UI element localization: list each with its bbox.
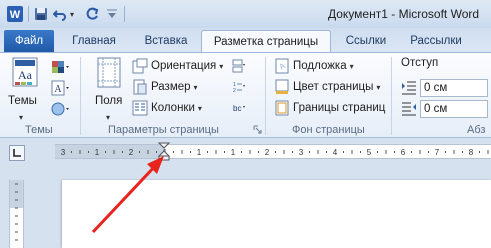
- left-tab-icon: [13, 149, 21, 157]
- columns-icon: [132, 100, 148, 116]
- themes-button[interactable]: Темы: [8, 92, 37, 110]
- page-borders-button[interactable]: Границы страниц: [274, 99, 385, 117]
- indent-label: Отступ: [401, 57, 439, 69]
- hyphenation-icon[interactable]: bc: [232, 101, 246, 115]
- chevron-down-icon: ▾: [376, 82, 381, 92]
- tab-file[interactable]: Файл: [4, 30, 54, 52]
- indent-right-input[interactable]: 0 см: [420, 100, 488, 118]
- svg-text:Aa: Aa: [18, 68, 33, 82]
- size-label: Размер: [151, 81, 191, 93]
- group-separator: [391, 57, 392, 135]
- tab-references[interactable]: Ссылки: [340, 30, 392, 52]
- margins-button[interactable]: Поля: [95, 92, 122, 110]
- page-borders-icon: [275, 100, 289, 116]
- ruler-tick-label: 3: [299, 148, 304, 157]
- ruler-tick-label: 1: [197, 148, 202, 157]
- window-title: Документ1 - Microsoft Word: [328, 7, 480, 21]
- ruler-tick-label: 7: [435, 148, 440, 157]
- themes-dropdown-icon[interactable]: ▾: [19, 111, 23, 123]
- save-icon[interactable]: [32, 4, 50, 24]
- ruler-tick-label: 1: [231, 148, 236, 157]
- page-setup-dialog-launcher-icon[interactable]: [253, 125, 262, 134]
- word-app-icon[interactable]: W: [4, 4, 26, 24]
- page-borders-label: Границы страниц: [293, 102, 386, 114]
- group-label-page-background: Фон страницы: [292, 124, 365, 136]
- indent-left-icon: [402, 81, 416, 95]
- ruler-tick-label: 5: [367, 148, 372, 157]
- columns-label: Колонки: [151, 102, 195, 114]
- chevron-down-icon: ▾: [197, 103, 202, 113]
- theme-effects-icon[interactable]: [50, 101, 70, 119]
- breaks-icon[interactable]: [232, 59, 246, 73]
- themes-icon[interactable]: Aa: [10, 57, 40, 89]
- margins-label: Поля: [95, 95, 123, 107]
- group-separator: [265, 57, 266, 135]
- page-color-button[interactable]: Цвет страницы ▾: [274, 78, 380, 96]
- indent-left-input[interactable]: 0 см: [420, 79, 488, 97]
- size-button[interactable]: Размер ▾: [132, 78, 198, 96]
- group-label-themes: Темы: [25, 124, 53, 136]
- tab-mailings[interactable]: Рассылки: [404, 30, 468, 52]
- theme-colors-icon[interactable]: [50, 59, 70, 77]
- ruler-tick-label: 8: [469, 148, 474, 157]
- svg-text:A: A: [54, 84, 62, 95]
- chevron-down-icon: ▾: [349, 61, 354, 71]
- margins-icon[interactable]: [95, 57, 123, 89]
- orientation-label: Ориентация: [151, 60, 217, 72]
- indent-left-control: 0 см: [401, 79, 488, 97]
- orientation-button[interactable]: Ориентация ▾: [132, 57, 223, 75]
- chevron-down-icon: ▾: [193, 82, 198, 92]
- page-size-icon: [133, 79, 147, 95]
- indent-right-control: 0 см: [401, 100, 488, 118]
- annotation-arrow: [91, 156, 164, 234]
- page-color-label: Цвет страницы: [293, 81, 374, 93]
- ruler-tick-label: 6: [401, 148, 406, 157]
- indent-right-icon: [402, 102, 416, 116]
- tab-page-layout[interactable]: Разметка страницы: [201, 30, 331, 52]
- tab-stop-selector[interactable]: [9, 145, 25, 161]
- svg-text:bc: bc: [233, 104, 241, 113]
- undo-dropdown-icon[interactable]: ▾: [68, 4, 76, 24]
- watermark-button[interactable]: A Подложка ▾: [274, 57, 354, 75]
- title-bar: W ▾ Документ1 - Microsoft Word: [0, 0, 491, 28]
- ribbon-tab-row: Файл Главная Вставка Разметка страницы С…: [0, 28, 491, 52]
- ruler-tick-label: 4: [333, 148, 338, 157]
- tab-home[interactable]: Главная: [64, 30, 124, 52]
- vertical-ruler-ticks: [15, 183, 18, 241]
- svg-text:2: 2: [233, 88, 236, 94]
- group-label-paragraph: Абз: [467, 124, 486, 136]
- margins-dropdown-icon[interactable]: ▾: [106, 111, 110, 123]
- columns-button[interactable]: Колонки ▾: [132, 99, 202, 117]
- orientation-icon: [132, 58, 148, 74]
- redo-icon[interactable]: [84, 4, 100, 24]
- page-color-icon: [275, 79, 289, 94]
- svg-text:W: W: [10, 9, 21, 21]
- tab-insert[interactable]: Вставка: [136, 30, 196, 52]
- theme-fonts-icon[interactable]: A: [50, 80, 70, 98]
- line-numbers-icon[interactable]: 1 2: [232, 80, 246, 94]
- customize-toolbar-icon[interactable]: [104, 4, 120, 24]
- themes-label: Темы: [8, 95, 37, 107]
- group-label-page-setup: Параметры страницы: [108, 124, 219, 136]
- ruler-tick-label: 3: [61, 148, 66, 157]
- ruler-tick-label: 2: [265, 148, 270, 157]
- watermark-label: Подложка: [293, 60, 347, 72]
- chevron-down-icon: ▾: [219, 61, 224, 71]
- group-separator: [80, 57, 81, 135]
- watermark-icon: A: [275, 58, 289, 74]
- ribbon: Aa Темы ▾ A Темы Поля ▾ Ориентация ▾ Раз…: [0, 52, 491, 138]
- undo-icon[interactable]: [52, 4, 68, 24]
